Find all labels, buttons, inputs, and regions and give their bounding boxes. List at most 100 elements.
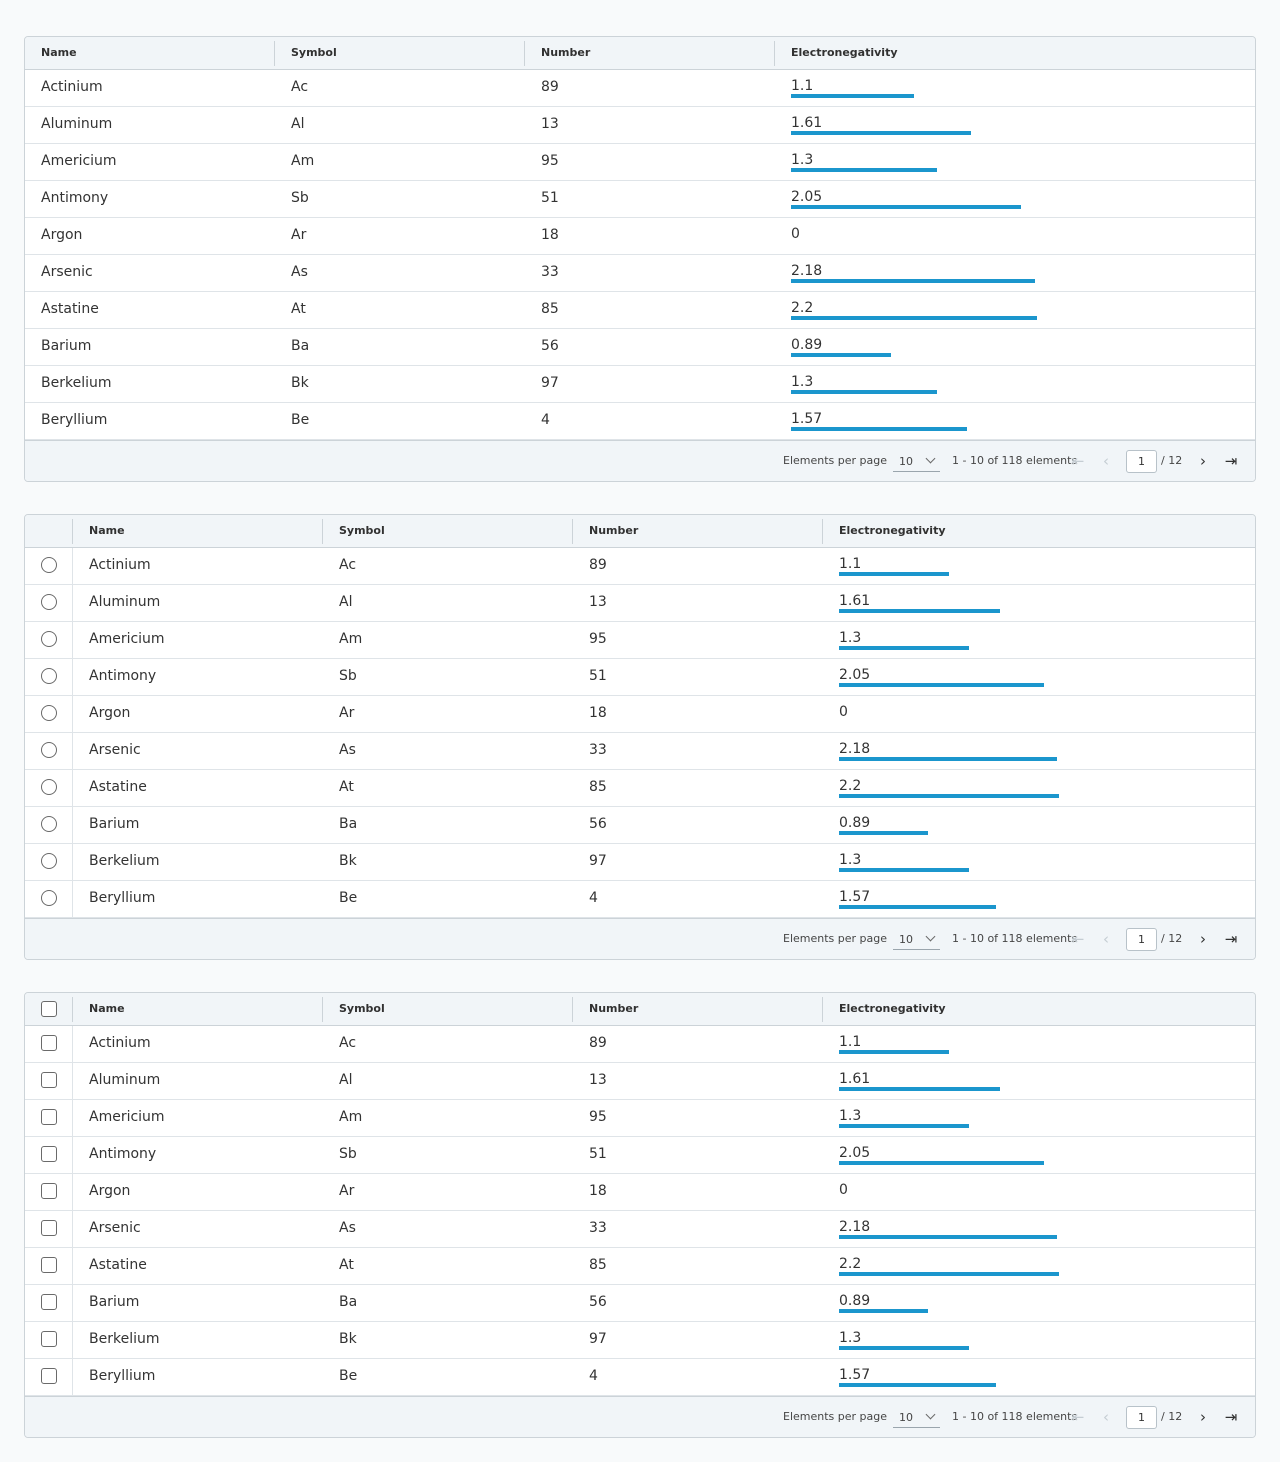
column-header-electronegativity[interactable]: Electronegativity [823,515,946,547]
table-row[interactable]: Arsenic As 33 2.18 [25,255,1255,292]
row-select-radio[interactable] [41,594,57,610]
row-select-radio[interactable] [41,779,57,795]
row-select-checkbox[interactable] [41,1294,57,1310]
chevron-down-icon [925,1409,936,1420]
cell-number: 97 [589,853,607,869]
table-row[interactable]: Berkelium Bk 97 1.3 [25,366,1255,403]
table-row[interactable]: Aluminum Al 13 1.61 [25,585,1255,622]
row-select-checkbox[interactable] [41,1331,57,1347]
cell-electronegativity: 1.1 [839,1034,862,1050]
cell-number: 33 [589,742,607,758]
previous-page-icon[interactable]: ‹ [1095,449,1117,473]
per-page-select[interactable]: 10 [893,1408,940,1428]
cell-electronegativity: 1.3 [839,630,862,646]
table-row[interactable]: Astatine At 85 2.2 [25,770,1255,807]
per-page-label: Elements per page [783,454,888,467]
column-header-name[interactable]: Name [73,993,125,1025]
row-select-checkbox[interactable] [41,1257,57,1273]
row-select-checkbox[interactable] [41,1146,57,1162]
first-page-icon[interactable]: ⇤ [1067,927,1089,951]
table-row[interactable]: Argon Ar 18 0 [25,696,1255,733]
table-row[interactable]: Aluminum Al 13 1.61 [25,1063,1255,1100]
first-page-icon[interactable]: ⇤ [1067,449,1089,473]
row-select-checkbox[interactable] [41,1109,57,1125]
cell-number: 18 [589,705,607,721]
first-page-icon[interactable]: ⇤ [1067,1405,1089,1429]
cell-electronegativity: 0 [839,1182,848,1198]
row-select-checkbox[interactable] [41,1368,57,1384]
cell-number: 4 [541,412,550,428]
row-select-radio[interactable] [41,705,57,721]
table-row[interactable]: Berkelium Bk 97 1.3 [25,1322,1255,1359]
table-row[interactable]: Beryllium Be 4 1.57 [25,1359,1255,1396]
cell-electronegativity: 2.2 [839,1256,862,1272]
table-row[interactable]: Antimony Sb 51 2.05 [25,659,1255,696]
current-page-input[interactable] [1126,928,1157,951]
table-row[interactable]: Beryllium Be 4 1.57 [25,403,1255,440]
electronegativity-bar [839,1087,1000,1091]
table-row[interactable]: Americium Am 95 1.3 [25,622,1255,659]
pagination-range: 1 - 10 of 118 elements [952,1410,1078,1423]
row-select-checkbox[interactable] [41,1035,57,1051]
table-row[interactable]: Barium Ba 56 0.89 [25,807,1255,844]
table-row[interactable]: Astatine At 85 2.2 [25,1248,1255,1285]
last-page-icon[interactable]: ⇥ [1220,449,1242,473]
table-row[interactable]: Barium Ba 56 0.89 [25,329,1255,366]
electronegativity-bar [791,279,1035,283]
last-page-icon[interactable]: ⇥ [1220,1405,1242,1429]
row-select-checkbox[interactable] [41,1072,57,1088]
table-row[interactable]: Berkelium Bk 97 1.3 [25,844,1255,881]
table-row[interactable]: Aluminum Al 13 1.61 [25,107,1255,144]
column-header-number[interactable]: Number [525,37,590,69]
table-row[interactable]: Astatine At 85 2.2 [25,292,1255,329]
electronegativity-bar [839,609,1000,613]
table-row[interactable]: Arsenic As 33 2.18 [25,1211,1255,1248]
table-row[interactable]: Americium Am 95 1.3 [25,144,1255,181]
column-header-symbol[interactable]: Symbol [323,515,385,547]
column-header-number[interactable]: Number [573,993,638,1025]
column-header-number[interactable]: Number [573,515,638,547]
next-page-icon[interactable]: › [1192,1405,1214,1429]
row-select-radio[interactable] [41,890,57,906]
previous-page-icon[interactable]: ‹ [1095,1405,1117,1429]
last-page-icon[interactable]: ⇥ [1220,927,1242,951]
per-page-select[interactable]: 10 [893,930,940,950]
table-row[interactable]: Actinium Ac 89 1.1 [25,1026,1255,1063]
table-row[interactable]: Beryllium Be 4 1.57 [25,881,1255,918]
row-select-radio[interactable] [41,816,57,832]
column-header-electronegativity[interactable]: Electronegativity [775,37,898,69]
column-header-symbol[interactable]: Symbol [275,37,337,69]
row-select-radio[interactable] [41,668,57,684]
table-row[interactable]: Actinium Ac 89 1.1 [25,548,1255,585]
column-header-name[interactable]: Name [25,37,77,69]
cell-name: Aluminum [41,116,113,132]
row-select-radio[interactable] [41,853,57,869]
row-select-radio[interactable] [41,631,57,647]
row-select-radio[interactable] [41,557,57,573]
row-select-checkbox[interactable] [41,1183,57,1199]
table-row[interactable]: Argon Ar 18 0 [25,218,1255,255]
column-header-electronegativity[interactable]: Electronegativity [823,993,946,1025]
table-row[interactable]: Antimony Sb 51 2.05 [25,1137,1255,1174]
next-page-icon[interactable]: › [1192,927,1214,951]
column-header-name[interactable]: Name [73,515,125,547]
current-page-input[interactable] [1126,450,1157,473]
next-page-icon[interactable]: › [1192,449,1214,473]
row-select-radio[interactable] [41,742,57,758]
table-row[interactable]: Argon Ar 18 0 [25,1174,1255,1211]
table-row[interactable]: Barium Ba 56 0.89 [25,1285,1255,1322]
table-row[interactable]: Americium Am 95 1.3 [25,1100,1255,1137]
current-page-input[interactable] [1126,1406,1157,1429]
table-row[interactable]: Antimony Sb 51 2.05 [25,181,1255,218]
cell-electronegativity: 2.05 [839,1145,871,1161]
column-header-symbol[interactable]: Symbol [323,993,385,1025]
table-row[interactable]: Arsenic As 33 2.18 [25,733,1255,770]
per-page-select[interactable]: 10 [893,452,940,472]
select-all-checkbox[interactable] [41,1001,57,1017]
previous-page-icon[interactable]: ‹ [1095,927,1117,951]
row-select-checkbox[interactable] [41,1220,57,1236]
cell-electronegativity: 2.18 [839,1219,871,1235]
table-row[interactable]: Actinium Ac 89 1.1 [25,70,1255,107]
total-pages: / 12 [1161,454,1183,467]
cell-number: 51 [541,190,559,206]
